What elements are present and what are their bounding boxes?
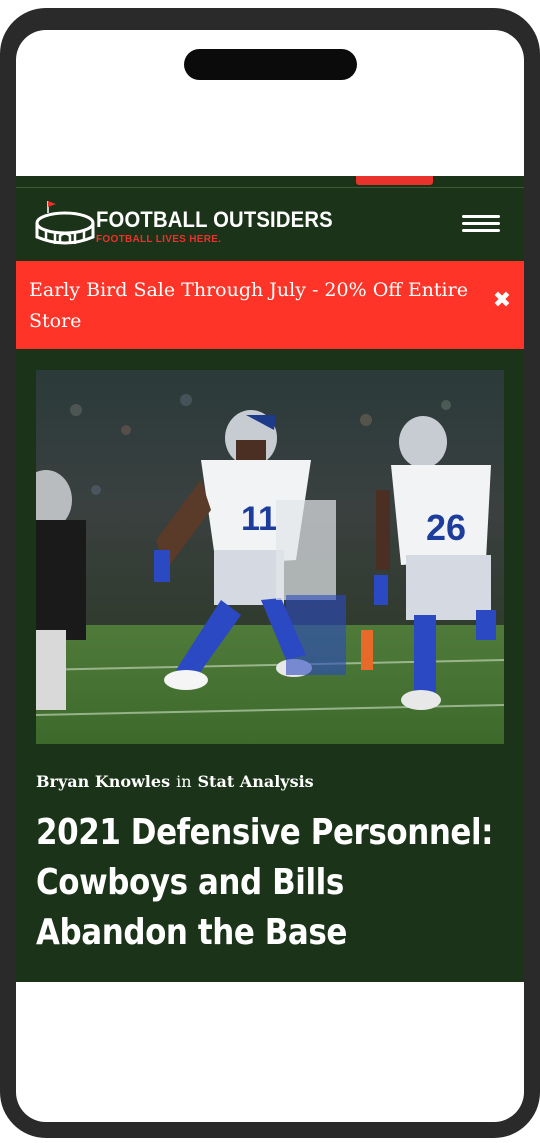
top-strip-button[interactable] (356, 176, 433, 185)
svg-text:11: 11 (241, 500, 277, 538)
site-page: FOOTBALL OUTSIDERS FOOTBALL LIVES HERE. … (16, 176, 524, 982)
top-utility-strip (16, 176, 524, 188)
article-hero-image[interactable]: 11 26 (36, 370, 504, 744)
site-logo-title[interactable]: FOOTBALL OUTSIDERS (96, 207, 333, 233)
promo-banner-text[interactable]: Early Bird Sale Through July - 20% Off E… (29, 275, 479, 337)
promo-banner[interactable]: Early Bird Sale Through July - 20% Off E… (16, 261, 524, 349)
article-title[interactable]: 2021 Defensive Personnel: Cowboys and Bi… (36, 808, 505, 958)
site-header: FOOTBALL OUTSIDERS FOOTBALL LIVES HERE. (16, 189, 524, 261)
close-icon[interactable]: ✖ (491, 290, 513, 312)
category-link[interactable]: Stat Analysis (198, 772, 314, 791)
stadium-logo-icon[interactable] (34, 199, 96, 251)
phone-frame: FOOTBALL OUTSIDERS FOOTBALL LIVES HERE. … (0, 8, 540, 1138)
phone-screen: FOOTBALL OUTSIDERS FOOTBALL LIVES HERE. … (16, 30, 524, 1122)
site-tagline: FOOTBALL LIVES HERE. (96, 234, 222, 245)
hamburger-menu-icon[interactable] (462, 215, 502, 237)
byline-connector: in (176, 772, 192, 791)
article-byline: Bryan Knowles in Stat Analysis (36, 772, 314, 791)
author-link[interactable]: Bryan Knowles (36, 772, 170, 791)
football-photo: 11 26 (36, 370, 504, 744)
svg-text:26: 26 (426, 507, 466, 548)
phone-notch (184, 49, 357, 80)
